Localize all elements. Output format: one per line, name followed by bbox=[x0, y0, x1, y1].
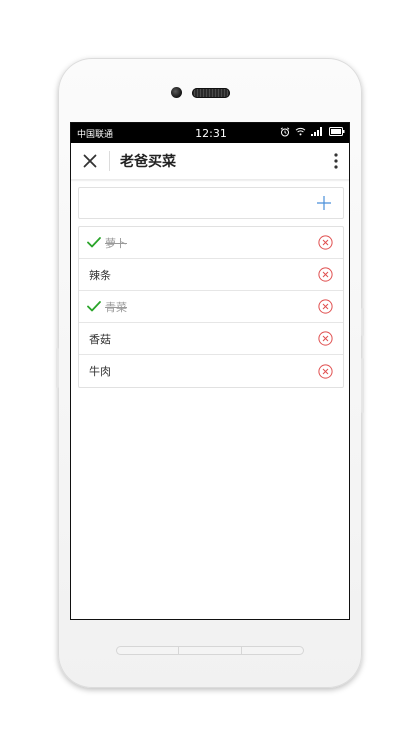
list-item[interactable]: 萝卜 bbox=[79, 227, 343, 259]
delete-item-button[interactable] bbox=[317, 235, 333, 251]
list-item[interactable]: 牛肉 bbox=[79, 355, 343, 387]
wifi-icon bbox=[295, 127, 306, 139]
check-icon bbox=[87, 236, 103, 250]
app-bar: 老爸买菜 bbox=[71, 143, 349, 180]
side-button-right-bottom bbox=[361, 358, 364, 413]
list-item-label: 牛肉 bbox=[89, 365, 111, 378]
shopping-list: 萝卜辣条青菜香菇牛肉 bbox=[78, 226, 344, 388]
delete-item-button[interactable] bbox=[317, 331, 333, 347]
delete-item-button[interactable] bbox=[317, 299, 333, 315]
phone-frame: 中国联通 12:31 老爸买菜 萝卜 辣条 青菜 香菇 牛肉 bbox=[56, 58, 364, 688]
battery-icon bbox=[329, 127, 345, 139]
side-button-right-top bbox=[361, 308, 364, 336]
delete-circle-icon bbox=[317, 299, 333, 314]
main-content: 萝卜辣条青菜香菇牛肉 bbox=[71, 180, 349, 388]
signal-icon bbox=[311, 127, 324, 139]
list-item[interactable]: 青菜 bbox=[79, 291, 343, 323]
delete-circle-icon bbox=[317, 267, 333, 282]
close-icon bbox=[83, 154, 97, 168]
app-bar-divider bbox=[109, 151, 110, 171]
check-icon bbox=[87, 300, 103, 314]
plus-icon bbox=[317, 196, 331, 210]
list-item-label: 萝卜 bbox=[105, 236, 127, 250]
add-item-button[interactable] bbox=[315, 194, 333, 212]
more-vertical-icon bbox=[334, 153, 338, 169]
status-icons bbox=[280, 126, 345, 140]
page-title: 老爸买菜 bbox=[120, 154, 176, 170]
home-bar-divider bbox=[241, 647, 242, 654]
delete-item-button[interactable] bbox=[317, 363, 333, 379]
carrier-name: 中国联通 bbox=[77, 129, 114, 140]
home-bar-divider bbox=[178, 647, 179, 654]
list-item-label: 青菜 bbox=[105, 300, 127, 314]
earpiece-speaker bbox=[192, 88, 230, 98]
delete-circle-icon bbox=[317, 235, 333, 250]
add-item-input[interactable] bbox=[89, 188, 315, 218]
delete-circle-icon bbox=[317, 331, 333, 346]
list-item-label: 辣条 bbox=[89, 268, 111, 282]
app-content: 老爸买菜 萝卜辣条青菜香菇牛肉 bbox=[71, 143, 349, 619]
home-button-bar[interactable] bbox=[116, 646, 304, 655]
more-menu-button[interactable] bbox=[327, 149, 345, 173]
front-camera bbox=[171, 87, 182, 98]
alarm-icon bbox=[280, 126, 290, 140]
list-item[interactable]: 香菇 bbox=[79, 323, 343, 355]
side-button-left bbox=[56, 348, 59, 388]
screen: 中国联通 12:31 老爸买菜 萝卜 辣条 青菜 香菇 牛肉 bbox=[70, 122, 350, 620]
list-item-label: 香菇 bbox=[89, 332, 111, 346]
delete-item-button[interactable] bbox=[317, 267, 333, 283]
close-button[interactable] bbox=[79, 150, 101, 172]
status-bar: 中国联通 12:31 bbox=[71, 123, 349, 143]
delete-circle-icon bbox=[317, 363, 333, 379]
add-item-box bbox=[78, 187, 344, 219]
list-item[interactable]: 辣条 bbox=[79, 259, 343, 291]
